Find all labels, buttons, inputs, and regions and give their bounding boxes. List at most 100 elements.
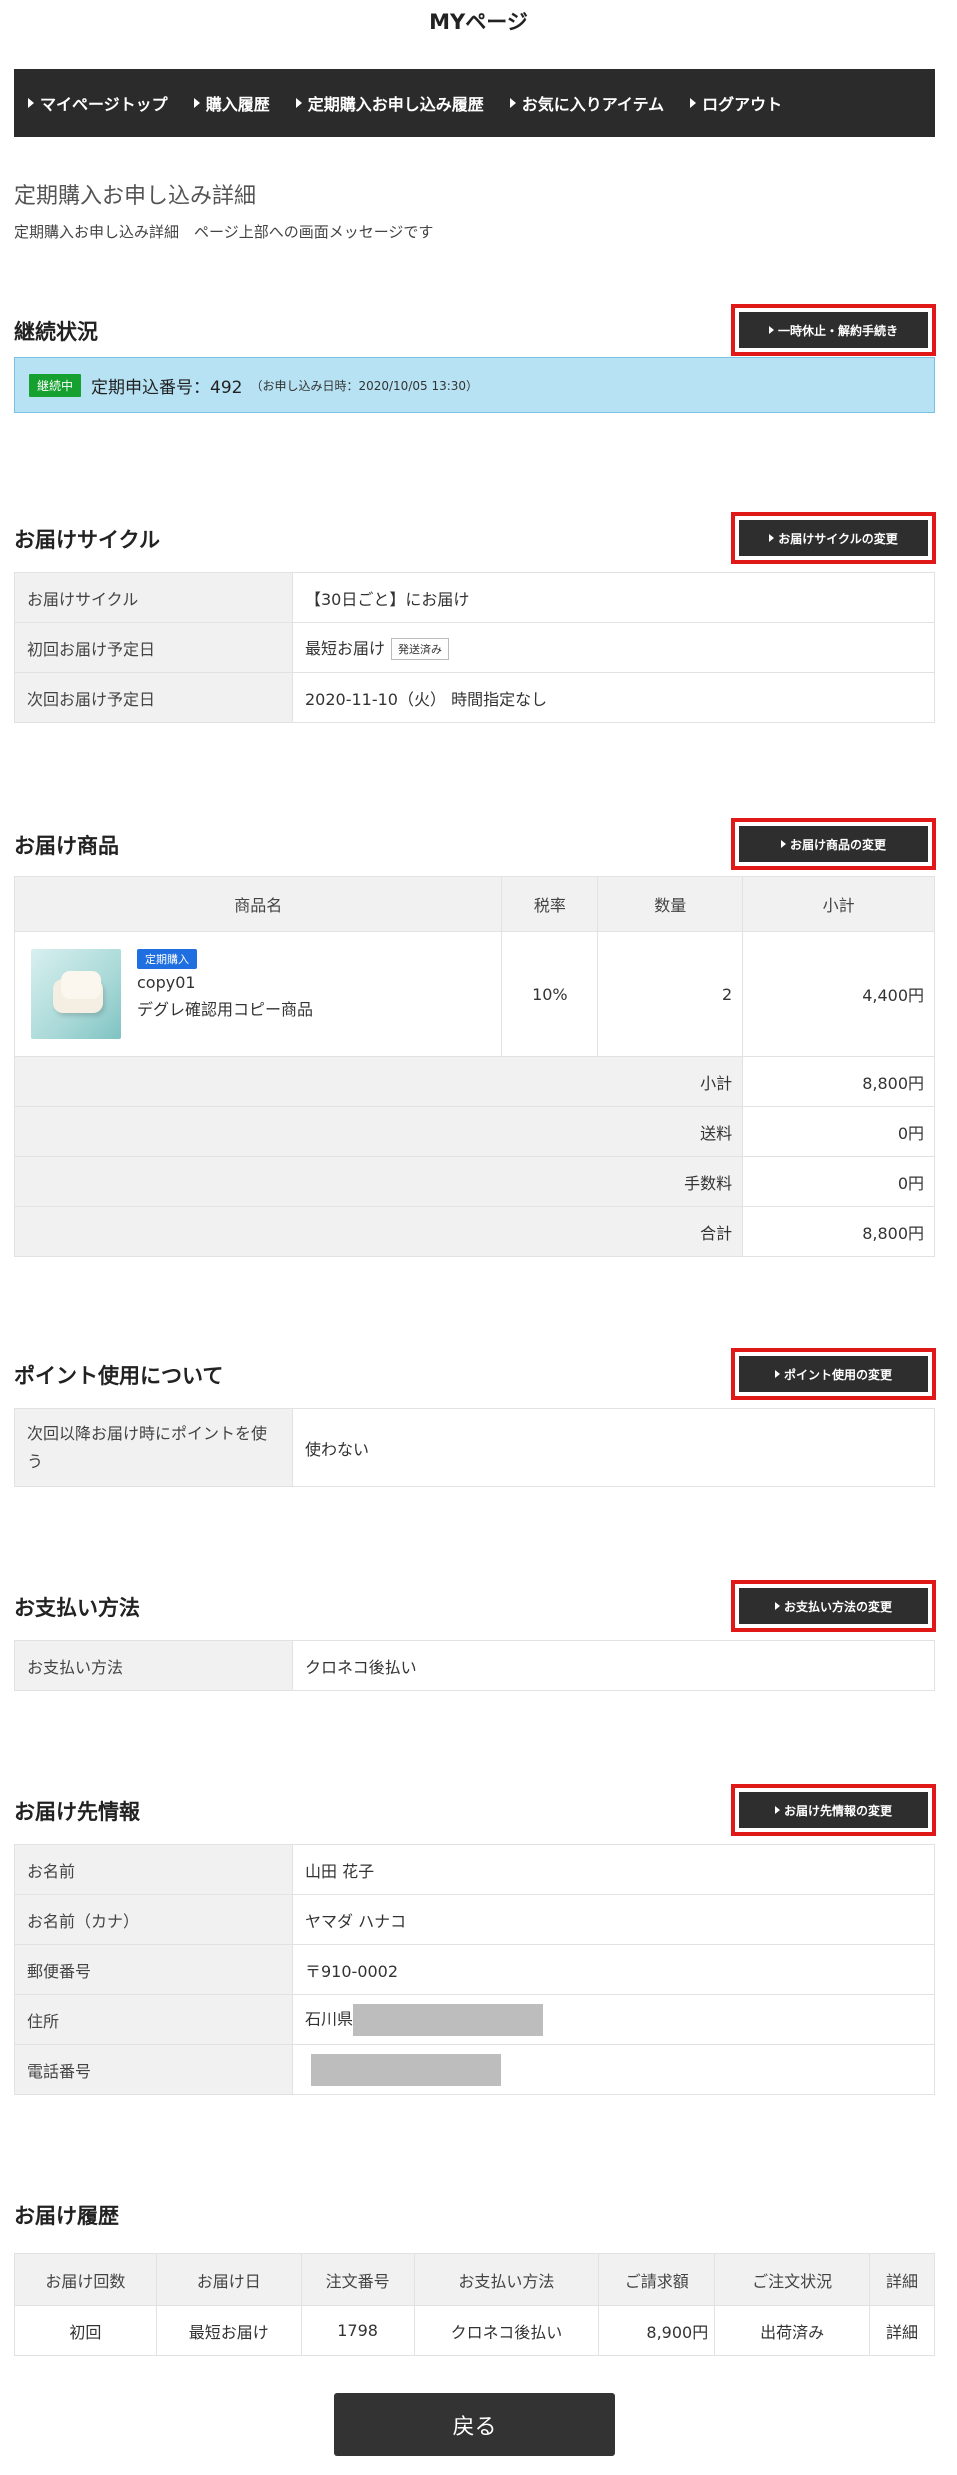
page-title: MYページ <box>429 10 528 34</box>
table-row: お届けサイクル 【30日ごと】にお届け <box>14 572 935 623</box>
cycle-table: お届けサイクル 【30日ごと】にお届け 初回お届け予定日 最短お届け 発送済み 次回お… <box>14 572 935 723</box>
col-header: お支払い方法 <box>413 2253 600 2306</box>
product-section-title: お届け商品 <box>14 834 119 858</box>
triangle-right-icon <box>780 840 786 848</box>
cell-value: 〒910-0002 <box>292 1944 935 1995</box>
button-label: ポイント使用の変更 <box>783 1367 892 1382</box>
nav-purchase-history[interactable]: 購入履歴 <box>193 91 270 115</box>
triangle-right-icon <box>774 1370 780 1378</box>
nav-label: 定期購入お申し込み履歴 <box>307 95 484 114</box>
table-row: お名前 山田 花子 <box>14 1844 935 1895</box>
change-address-button[interactable]: お届け先情報の変更 <box>731 1784 936 1836</box>
triangle-right-icon <box>774 1806 780 1814</box>
table-row: 定期購入 copy01 デグレ確認用コピー商品 10% 2 4,400円 <box>13 931 935 1057</box>
product-name[interactable]: デグレ確認用コピー商品 <box>137 996 313 1020</box>
payment-table: お支払い方法 クロネコ後払い <box>14 1640 935 1691</box>
summary-label: 小計 <box>13 1056 744 1107</box>
table-row: 初回お届け予定日 最短お届け 発送済み <box>14 622 935 673</box>
change-point-button[interactable]: ポイント使用の変更 <box>731 1348 936 1400</box>
product-thumbnail[interactable] <box>31 949 121 1039</box>
history-table: お届け回数 お届け日 注文番号 お支払い方法 ご請求額 ご注文状況 詳細 初回 … <box>14 2253 935 2356</box>
address-prefecture: 石川県 <box>305 2009 354 2028</box>
table-header-row: お届け回数 お届け日 注文番号 お支払い方法 ご請求額 ご注文状況 詳細 <box>14 2253 935 2306</box>
cell-value: クロネコ後払い <box>292 1640 935 1691</box>
back-button[interactable]: 戻る <box>334 2393 615 2456</box>
triangle-right-icon <box>690 98 697 108</box>
col-header-qty: 数量 <box>597 876 744 932</box>
summary-value: 8,800円 <box>742 1206 935 1257</box>
subscription-date: （お申し込み日時：2020/10/05 13:30） <box>250 378 479 393</box>
suspend-cancel-button[interactable]: 一時休止・解約手続き <box>731 304 936 356</box>
nav-subscription-history[interactable]: 定期購入お申し込み履歴 <box>295 91 484 115</box>
nav-label: マイページトップ <box>40 95 168 114</box>
summary-row: 合計 8,800円 <box>13 1206 935 1257</box>
cell-key: 住所 <box>14 1994 293 2045</box>
detail-message: 定期購入お申し込み詳細 ページ上部への画面メッセージです <box>14 223 434 241</box>
nav-mypage-top[interactable]: マイページトップ <box>28 91 168 115</box>
cell-value: 使わない <box>292 1408 935 1487</box>
table-row: お名前（カナ） ヤマダ ハナコ <box>14 1894 935 1945</box>
summary-label: 送料 <box>13 1106 744 1157</box>
cell-payment: クロネコ後払い <box>413 2305 600 2356</box>
subscription-tag: 定期購入 <box>137 949 197 969</box>
triangle-right-icon <box>28 98 34 108</box>
detail-link[interactable]: 詳細 <box>869 2305 935 2356</box>
product-table: 商品名 税率 数量 小計 定期購入 copy01 デグレ確認用コピー商品 10%… <box>13 876 935 1257</box>
cell-key: 次回お届け予定日 <box>14 672 293 723</box>
change-cycle-button[interactable]: お届けサイクルの変更 <box>731 512 936 564</box>
product-cell: 定期購入 copy01 デグレ確認用コピー商品 <box>13 931 503 1057</box>
cell-status: 出荷済み <box>714 2305 871 2356</box>
change-payment-button[interactable]: お支払い方法の変更 <box>731 1580 936 1632</box>
cell-key: 電話番号 <box>14 2044 293 2095</box>
cell-value: 山田 花子 <box>292 1844 935 1895</box>
address-table: お名前 山田 花子 お名前（カナ） ヤマダ ハナコ 郵便番号 〒910-0002 住所… <box>14 1844 935 2095</box>
col-header-subtotal: 小計 <box>742 876 935 932</box>
soap-shape <box>61 971 101 999</box>
nav-label: ログアウト <box>702 95 783 114</box>
triangle-right-icon <box>193 98 200 108</box>
summary-row: 手数料 0円 <box>13 1156 935 1207</box>
summary-label: 手数料 <box>13 1156 744 1207</box>
cell-value <box>292 2044 935 2095</box>
table-row: 郵便番号 〒910-0002 <box>14 1944 935 1995</box>
subscription-number: 定期申込番号：492 <box>91 377 243 398</box>
col-header: 注文番号 <box>300 2253 415 2306</box>
cell-key: 郵便番号 <box>14 1944 293 1995</box>
redacted-address <box>353 2003 544 2036</box>
table-header-row: 商品名 税率 数量 小計 <box>13 876 935 932</box>
col-header: ご注文状況 <box>714 2253 871 2306</box>
button-label: お届けサイクルの変更 <box>778 531 898 546</box>
cell-date: 最短お届け <box>155 2305 302 2356</box>
col-header: ご請求額 <box>598 2253 716 2306</box>
triangle-right-icon <box>509 98 516 108</box>
first-delivery-value: 最短お届け <box>305 638 386 658</box>
triangle-right-icon <box>774 1602 780 1610</box>
col-header-tax: 税率 <box>501 876 599 932</box>
global-nav: マイページトップ 購入履歴 定期購入お申し込み履歴 お気に入りアイテム ログアウ… <box>14 69 935 137</box>
button-label: お届け先情報の変更 <box>783 1803 892 1818</box>
address-section-title: お届け先情報 <box>14 1800 140 1824</box>
cell-key: お支払い方法 <box>14 1640 293 1691</box>
cell-value: 最短お届け 発送済み <box>292 622 935 673</box>
cell-amount: 8,900円 <box>598 2305 716 2356</box>
nav-logout[interactable]: ログアウト <box>690 91 782 115</box>
status-badge: 継続中 <box>29 373 82 397</box>
button-label: お支払い方法の変更 <box>783 1599 892 1614</box>
cell-key: 次回以降お届け時にポイントを使う <box>14 1408 293 1487</box>
col-header: お届け回数 <box>14 2253 157 2306</box>
summary-value: 0円 <box>742 1106 935 1157</box>
summary-label: 合計 <box>13 1206 744 1257</box>
cell-order-number: 1798 <box>300 2305 415 2356</box>
triangle-right-icon <box>295 98 302 108</box>
cell-value: ヤマダ ハナコ <box>292 1894 935 1945</box>
product-code: copy01 <box>137 973 196 992</box>
summary-row: 送料 0円 <box>13 1106 935 1157</box>
cell-value: 2020-11-10（火） 時間指定なし <box>292 672 935 723</box>
change-product-button[interactable]: お届け商品の変更 <box>731 818 936 870</box>
summary-row: 小計 8,800円 <box>13 1056 935 1107</box>
nav-favorites[interactable]: お気に入りアイテム <box>509 91 664 115</box>
table-row: 初回 最短お届け 1798 クロネコ後払い 8,900円 出荷済み 詳細 <box>14 2305 935 2356</box>
cell-key: 初回お届け予定日 <box>14 622 293 673</box>
button-label: お届け商品の変更 <box>789 837 886 852</box>
col-header: お届け日 <box>155 2253 302 2306</box>
